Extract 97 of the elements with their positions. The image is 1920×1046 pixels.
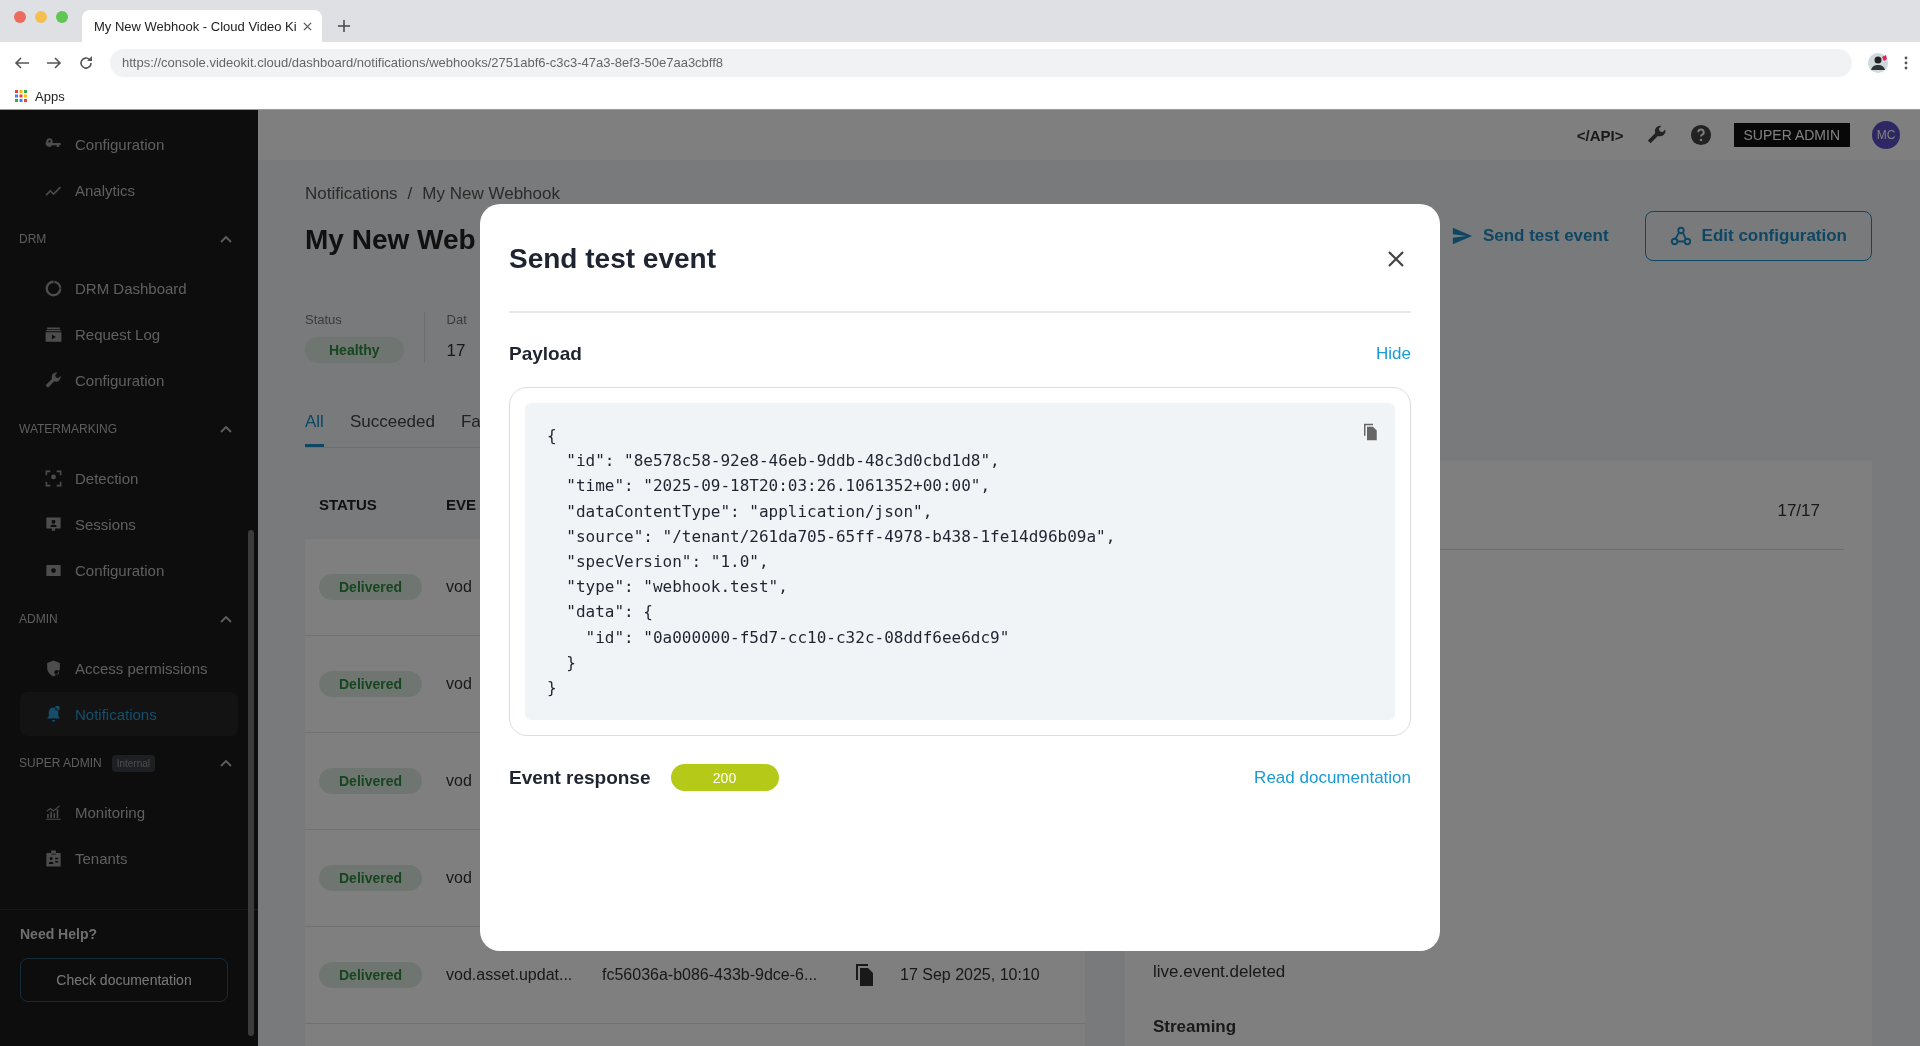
table-cell: vod.asset.updat... [446, 966, 573, 983]
shield-icon [44, 658, 63, 678]
code-line: "type": "webhook.test", [565, 576, 788, 599]
back-arrow-icon[interactable] [14, 54, 30, 71]
copy-icon[interactable] [1361, 423, 1379, 441]
code-line: { [547, 425, 557, 447]
sidebar-item[interactable]: Monitoring [20, 790, 238, 834]
sidebar-item[interactable]: Access permissions [20, 646, 238, 690]
hide-link[interactable]: Hide [1376, 344, 1411, 364]
bookmark-link[interactable]: Apps [35, 88, 65, 104]
sidebar-item[interactable]: Request Log [20, 312, 238, 356]
browser-tab[interactable]: My New Webhook - Cloud Video Ki [82, 10, 322, 42]
sidebar-item[interactable]: Notifications [20, 692, 238, 736]
code-line: } [547, 677, 557, 700]
more-options-icon[interactable] [1904, 55, 1908, 70]
close-icon[interactable] [1386, 248, 1406, 269]
table-cell: vod [446, 772, 472, 789]
status-badge: Delivered [319, 574, 423, 600]
code-line: "dataContentType": "application/json", [565, 500, 933, 523]
code-line: "id": "0a000000-f5d7-cc10-c32c-08ddf6ee6dc9" [584, 626, 1010, 649]
reload-icon[interactable] [78, 54, 94, 71]
role-label: SUPER ADMIN [1733, 123, 1850, 147]
stat-value: 17 [446, 340, 467, 361]
user-avatar[interactable]: MC [1872, 121, 1900, 149]
breadcrumb-separator: / [407, 184, 413, 204]
breadcrumb-link[interactable]: My New Webhook [422, 184, 560, 204]
forward-arrow-icon[interactable] [46, 54, 62, 71]
chevron-icon[interactable] [220, 759, 232, 767]
webhook-icon [1669, 225, 1692, 247]
chevron-icon[interactable] [220, 615, 232, 623]
id-badge-icon [44, 848, 63, 868]
api-link[interactable]: </API> [1576, 126, 1624, 144]
sidebar-item[interactable]: Configuration [20, 122, 238, 166]
section-heading: WATERMARKING [19, 422, 117, 436]
sidebar-item[interactable]: Configuration [20, 548, 238, 592]
edit-configuration-button[interactable]: Edit configuration [1644, 211, 1872, 261]
sidebar-item[interactable]: DRM Dashboard [20, 266, 238, 310]
page-title: My New Web [305, 224, 477, 256]
stat-label: Status [305, 312, 343, 327]
sidebar-item[interactable]: Tenants [20, 836, 238, 880]
event-count: 17/17 [1777, 500, 1821, 522]
address-bar[interactable]: https://console.videokit.cloud/dashboard/notifications/webhooks/2751abf6-c3c3-47a3-8ef3-50e7aa3cbff8 [110, 48, 1852, 77]
event-type-label: live.event.deleted [1153, 962, 1287, 982]
event-response-label: Event response [509, 766, 651, 789]
code-line: } [565, 651, 576, 674]
sidebar-item[interactable]: Sessions [20, 502, 238, 546]
help-heading: Need Help? [20, 926, 98, 942]
help-icon[interactable] [1689, 124, 1712, 146]
table-cell: vod [446, 869, 472, 886]
breadcrumb-link[interactable]: Notifications [305, 184, 398, 204]
payload-label: Payload [509, 343, 582, 365]
section-heading: DRM [19, 232, 47, 246]
status-badge: Healthy [305, 337, 404, 363]
sidebar-item[interactable]: Detection [20, 456, 238, 500]
section-heading: Streaming [1153, 1017, 1238, 1037]
wrench-icon [44, 370, 63, 390]
table-cell: fc56036a-b086-433b-9dce-6... [602, 966, 818, 983]
plus-icon[interactable] [338, 20, 350, 32]
stat-label: Dat [446, 312, 467, 327]
column-header: STATUS [319, 495, 378, 513]
sidebar-item[interactable]: Configuration [20, 358, 238, 402]
code-line: "id": "8e578c58-92e8-46eb-9ddb-48c3d0cbd1d8", [565, 450, 1000, 473]
chevron-icon[interactable] [220, 235, 232, 243]
code-line: "source": "/tenant/261da705-65ff-4978-b438-1fe14d96b09a", [565, 525, 1116, 548]
scan-icon [44, 468, 63, 488]
response-code-badge: 200 [670, 764, 779, 792]
person-card-icon [44, 514, 63, 534]
ring-icon [44, 278, 63, 298]
video-list-icon [44, 324, 63, 344]
code-line: "time": "2025-09-18T20:03:26.1061352+00:00", [565, 475, 991, 498]
profile-avatar-icon[interactable] [1868, 52, 1888, 73]
table-cell: 17 Sep 2025, 10:10 [900, 966, 1040, 984]
status-badge: Delivered [319, 671, 423, 697]
code-line: "data": { [565, 601, 653, 624]
code-line: "specVersion": "1.0", [565, 551, 769, 573]
status-badge: Delivered [319, 768, 423, 794]
table-cell: vod [446, 578, 472, 595]
section-heading: SUPER ADMIN [19, 756, 102, 770]
scrollbar-thumb[interactable] [248, 530, 254, 1036]
status-badge: Delivered [319, 865, 423, 891]
dialog-title: Send test event [509, 242, 716, 275]
apps-grid-icon[interactable] [15, 90, 27, 102]
filter-tab[interactable]: All [305, 412, 324, 447]
wrench-icon[interactable] [1645, 124, 1668, 146]
section-heading: ADMIN [19, 612, 58, 626]
chevron-icon[interactable] [220, 425, 232, 433]
status-badge: Delivered [319, 962, 423, 988]
close-window-icon[interactable] [14, 11, 26, 23]
filter-tab[interactable]: Succeeded [349, 412, 435, 447]
send-icon [1450, 225, 1473, 247]
read-documentation-link[interactable]: Read documentation [1254, 767, 1411, 788]
sidebar-item[interactable]: Analytics [20, 168, 238, 212]
check-documentation-button[interactable]: Check documentation [20, 958, 228, 1002]
close-icon[interactable] [303, 21, 312, 31]
filter-tab[interactable]: Fa [461, 412, 481, 447]
send-test-event-button[interactable]: Send test event [1444, 211, 1615, 261]
table-cell: vod [446, 675, 472, 692]
